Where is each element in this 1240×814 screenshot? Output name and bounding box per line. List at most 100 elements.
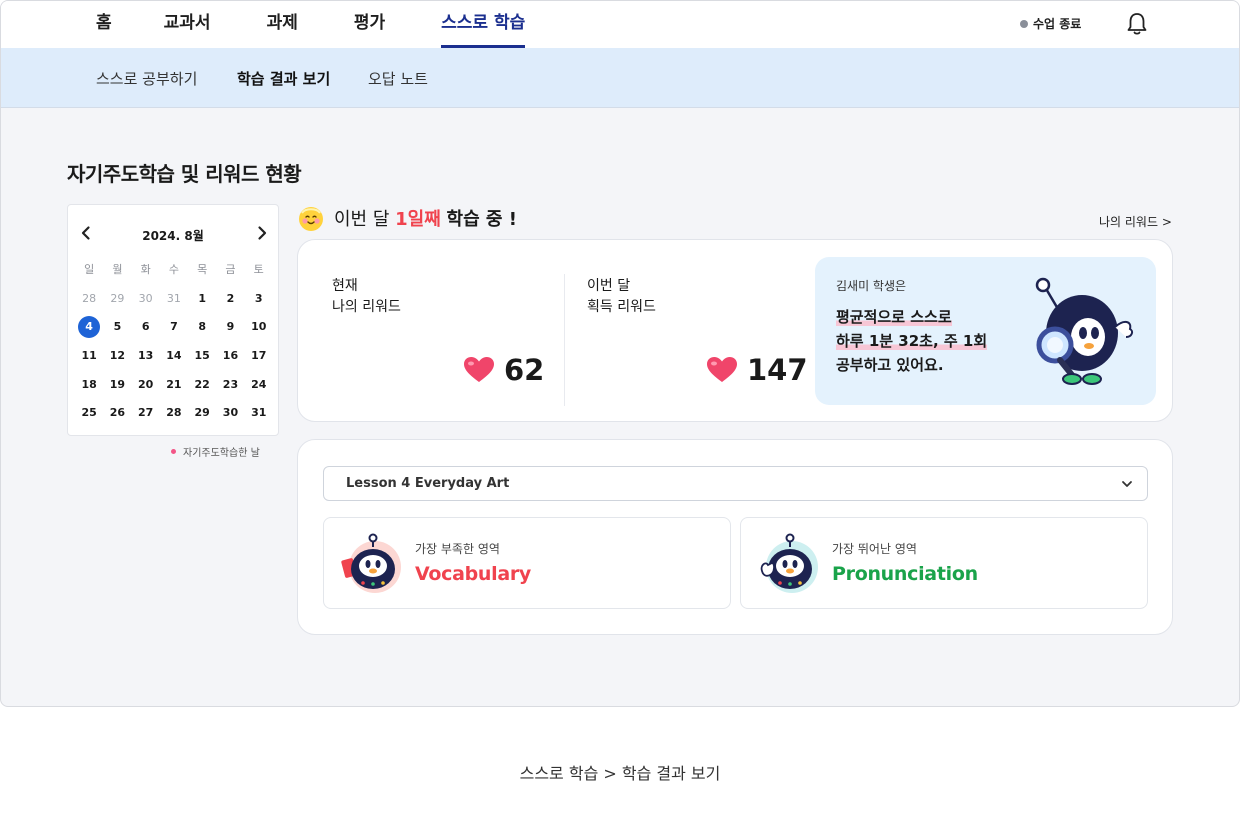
menu-assignment[interactable]: 과제 <box>267 1 298 48</box>
calendar-day[interactable]: 12 <box>103 349 131 362</box>
calendar-day[interactable]: 3 <box>245 292 273 305</box>
calendar-day[interactable]: 24 <box>245 378 273 391</box>
streak-prefix: 이번 달 <box>334 209 390 230</box>
subnav-self-study[interactable]: 스스로 공부하기 <box>96 68 197 89</box>
weakest-area-card: 가장 부족한 영역 Vocabulary <box>323 517 731 609</box>
streak-days: 1일째 <box>395 209 441 230</box>
calendar-day-label: 8 <box>198 320 207 334</box>
calendar-day-label: 19 <box>109 377 126 391</box>
calendar-day-label: 24 <box>251 377 267 391</box>
sub-nav: 스스로 공부하기 학습 결과 보기 오답 노트 <box>1 48 1239 108</box>
calendar-day[interactable]: 8 <box>188 320 216 333</box>
calendar-day[interactable]: 29 <box>103 292 131 305</box>
calendar-day-label: 26 <box>109 406 126 420</box>
calendar-day[interactable]: 23 <box>216 378 244 391</box>
menu-home[interactable]: 홈 <box>96 1 112 48</box>
calendar-day[interactable]: 20 <box>132 378 160 391</box>
calendar-day[interactable]: 22 <box>188 378 216 391</box>
calendar-weekday: 토 <box>253 263 264 277</box>
calendar-day[interactable]: 17 <box>245 349 273 362</box>
calendar-day[interactable]: 21 <box>160 378 188 391</box>
month-reward-label: 이번 달 획득 리워드 <box>587 276 656 318</box>
calendar-day[interactable]: 14 <box>160 349 188 362</box>
calendar-day[interactable]: 31 <box>245 406 273 419</box>
calendar-day[interactable]: 11 <box>75 349 103 362</box>
menu-textbook[interactable]: 교과서 <box>164 1 211 48</box>
calendar-day[interactable]: 13 <box>132 349 160 362</box>
calendar-day[interactable]: 30 <box>216 406 244 419</box>
study-habit-tip: 김새미 학생은 평균적으로 스스로 하루 1분 32초, 주 1회 공부하고 있… <box>815 257 1156 405</box>
calendar-day[interactable]: 31 <box>160 292 188 305</box>
calendar-day[interactable]: 6 <box>132 320 160 333</box>
calendar-day-label: 30 <box>222 406 239 420</box>
calendar-day[interactable]: 18 <box>75 378 103 391</box>
calendar-day[interactable]: 25 <box>75 406 103 419</box>
lesson-select[interactable]: Lesson 4 Everyday Art <box>323 466 1148 501</box>
calendar-weekday: 목 <box>197 263 208 277</box>
calendar-day-label: 18 <box>81 377 97 391</box>
menu-self-study[interactable]: 스스로 학습 <box>441 1 526 48</box>
calendar-day[interactable]: 7 <box>160 320 188 333</box>
calendar-grid: 일 월 화 수 목 금 토 28 29 30 31 1 2 3 4 5 6 7 8 9 10 11 12 13 14 15 16 17… <box>75 255 273 427</box>
current-reward-line1: 현재 <box>332 278 358 294</box>
calendar-day-today[interactable]: 4 <box>75 315 103 338</box>
month-reward-number: 147 <box>747 353 808 387</box>
calendar-day[interactable]: 2 <box>216 292 244 305</box>
subnav-wrong-answer-note[interactable]: 오답 노트 <box>368 68 428 89</box>
calendar-day[interactable]: 1 <box>188 292 216 305</box>
calendar-day[interactable]: 28 <box>160 406 188 419</box>
bell-icon[interactable] <box>1125 11 1149 37</box>
calendar-day-label: 9 <box>226 320 235 334</box>
legend-dot-icon <box>171 449 176 454</box>
calendar-day-label: 1 <box>198 291 207 305</box>
calendar-legend: 자기주도학습한 날 <box>171 444 260 459</box>
calendar-day-label: 23 <box>222 377 239 391</box>
calendar-day[interactable]: 15 <box>188 349 216 362</box>
calendar-day[interactable]: 30 <box>132 292 160 305</box>
calendar-weekday: 수 <box>168 263 179 277</box>
current-reward-line2: 나의 리워드 <box>332 299 401 315</box>
calendar-day-label: 16 <box>222 348 239 362</box>
calendar-month: 2024. 8월 <box>142 229 204 243</box>
calendar-day-label: 29 <box>194 406 210 420</box>
calendar-week-row: 4 5 6 7 8 9 10 <box>75 312 273 341</box>
calendar-day-label: 20 <box>138 377 154 391</box>
calendar-day[interactable]: 10 <box>245 320 273 333</box>
subnav-results[interactable]: 학습 결과 보기 <box>237 68 330 89</box>
calendar-week-row: 28 29 30 31 1 2 3 <box>75 284 273 313</box>
calendar-day[interactable]: 29 <box>188 406 216 419</box>
current-reward-number: 62 <box>504 353 545 387</box>
chevron-right-icon[interactable] <box>254 225 270 241</box>
lesson-analysis-card: Lesson 4 Everyday Art 가장 부족한 영역 Vocabula… <box>297 439 1173 635</box>
calendar-day[interactable]: 26 <box>103 406 131 419</box>
month-reward-line1: 이번 달 <box>587 278 631 294</box>
calendar-day-label: 21 <box>166 377 182 391</box>
month-reward-value: 147 <box>707 353 808 387</box>
calendar-day[interactable]: 28 <box>75 292 103 305</box>
calendar-day-label: 29 <box>110 291 125 305</box>
weakest-area-caption: 가장 부족한 영역 <box>415 542 500 556</box>
tip-line3: 공부하고 있어요. <box>836 356 944 374</box>
calendar-day-label: 28 <box>82 291 97 305</box>
calendar-day[interactable]: 5 <box>103 320 131 333</box>
calendar: 2024. 8월 일 월 화 수 목 금 토 28 29 30 31 1 2 3 4 5 6 7 8 9 10 11 12 1… <box>67 204 279 436</box>
calendar-day[interactable]: 27 <box>132 406 160 419</box>
app-frame: 홈 교과서 과제 평가 스스로 학습 수업 종료 스스로 공부하기 학습 결과 … <box>0 0 1240 707</box>
calendar-day[interactable]: 9 <box>216 320 244 333</box>
calendar-day[interactable]: 19 <box>103 378 131 391</box>
tip-student: 김새미 학생은 <box>836 279 907 293</box>
magnifier-mascot-icon <box>1035 277 1134 385</box>
calendar-day-label: 22 <box>194 377 210 391</box>
reward-card: 현재 나의 리워드 62 이번 달 획득 리워드 147 김새미 학생은 평균적… <box>297 239 1173 422</box>
my-reward-link[interactable]: 나의 리워드 > <box>1099 213 1172 230</box>
calendar-day-label: 15 <box>194 348 210 362</box>
calendar-day-label: 13 <box>138 348 154 362</box>
main-menu: 홈 교과서 과제 평가 스스로 학습 <box>96 1 577 48</box>
menu-evaluation[interactable]: 평가 <box>354 1 385 48</box>
calendar-day[interactable]: 16 <box>216 349 244 362</box>
calendar-weekday: 월 <box>112 263 123 277</box>
class-end-button[interactable]: 수업 종료 <box>1020 15 1081 32</box>
calendar-day-label: 28 <box>166 406 182 420</box>
calendar-week-row: 11 12 13 14 15 16 17 <box>75 341 273 370</box>
chevron-down-icon <box>1122 481 1132 487</box>
